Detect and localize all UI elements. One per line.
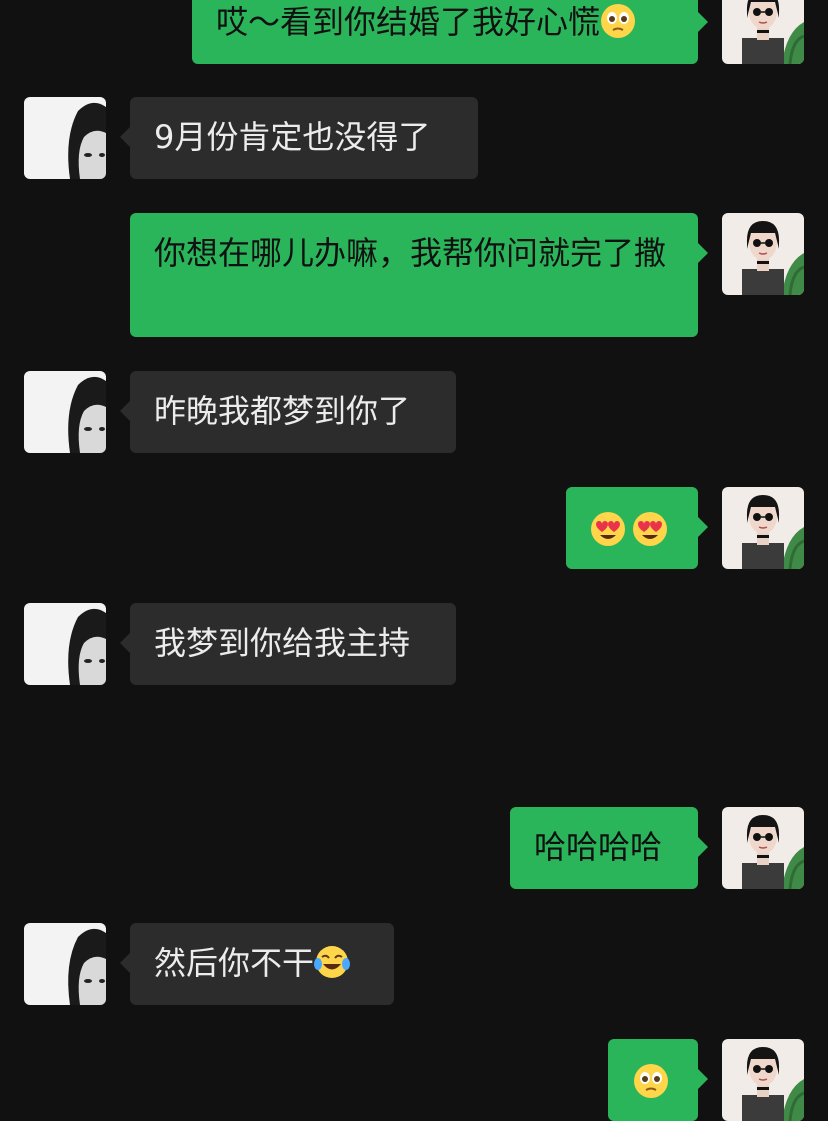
message-row: 哈哈哈哈 [0, 807, 828, 889]
heart-eyes-face-icon [632, 511, 668, 547]
message-text: 然后你不干 [154, 944, 315, 982]
my-avatar[interactable] [722, 0, 804, 64]
message-bubble-received[interactable]: 我梦到你给我主持 [120, 603, 456, 685]
message-bubble-received[interactable]: 然后你不干 [120, 923, 394, 1005]
message-text: 哎～看到你结婚了我好心慌 [216, 3, 601, 41]
contact-avatar[interactable] [24, 923, 106, 1005]
message-row: 昨晚我都梦到你了 [0, 371, 828, 453]
message-row: 哎～看到你结婚了我好心慌 [0, 0, 828, 64]
message-row: 我梦到你给我主持 [0, 603, 828, 685]
message-row [0, 1039, 828, 1121]
my-avatar[interactable] [722, 807, 804, 889]
tears-of-joy-face-icon [314, 944, 351, 980]
message-row [0, 487, 828, 569]
message-bubble-sent[interactable]: 你想在哪儿办嘛，我帮你问就完了撒 [130, 213, 708, 337]
message-bubble-sent[interactable] [608, 1039, 708, 1121]
message-bubble-sent[interactable] [566, 487, 708, 569]
contact-avatar[interactable] [24, 603, 106, 685]
message-text: 昨晚我都梦到你了 [154, 392, 411, 430]
my-avatar[interactable] [722, 1039, 804, 1121]
message-row: 9月份肯定也没得了 [0, 97, 828, 179]
my-avatar[interactable] [722, 213, 804, 295]
my-avatar[interactable] [722, 487, 804, 569]
pleading-face-icon [633, 1063, 669, 1099]
message-text: 9月份肯定也没得了 [154, 118, 431, 156]
chat-message-list[interactable]: 哎～看到你结婚了我好心慌 9月份肯定也没得了 你想在哪儿办嘛，我帮你问就完了撒 … [0, 0, 828, 1121]
message-bubble-sent[interactable]: 哈哈哈哈 [510, 807, 708, 889]
message-text: 哈哈哈哈 [534, 828, 663, 866]
message-bubble-received[interactable]: 9月份肯定也没得了 [120, 97, 478, 179]
message-bubble-received[interactable]: 昨晚我都梦到你了 [120, 371, 456, 453]
pleading-face-icon [600, 3, 636, 39]
message-text: 我梦到你给我主持 [154, 624, 411, 662]
message-text: 你想在哪儿办嘛，我帮你问就完了撒 [154, 234, 667, 272]
heart-eyes-face-icon [590, 511, 626, 547]
message-bubble-sent[interactable]: 哎～看到你结婚了我好心慌 [192, 0, 708, 64]
message-row: 你想在哪儿办嘛，我帮你问就完了撒 [0, 213, 828, 337]
message-row: 然后你不干 [0, 923, 828, 1005]
contact-avatar[interactable] [24, 97, 106, 179]
contact-avatar[interactable] [24, 371, 106, 453]
